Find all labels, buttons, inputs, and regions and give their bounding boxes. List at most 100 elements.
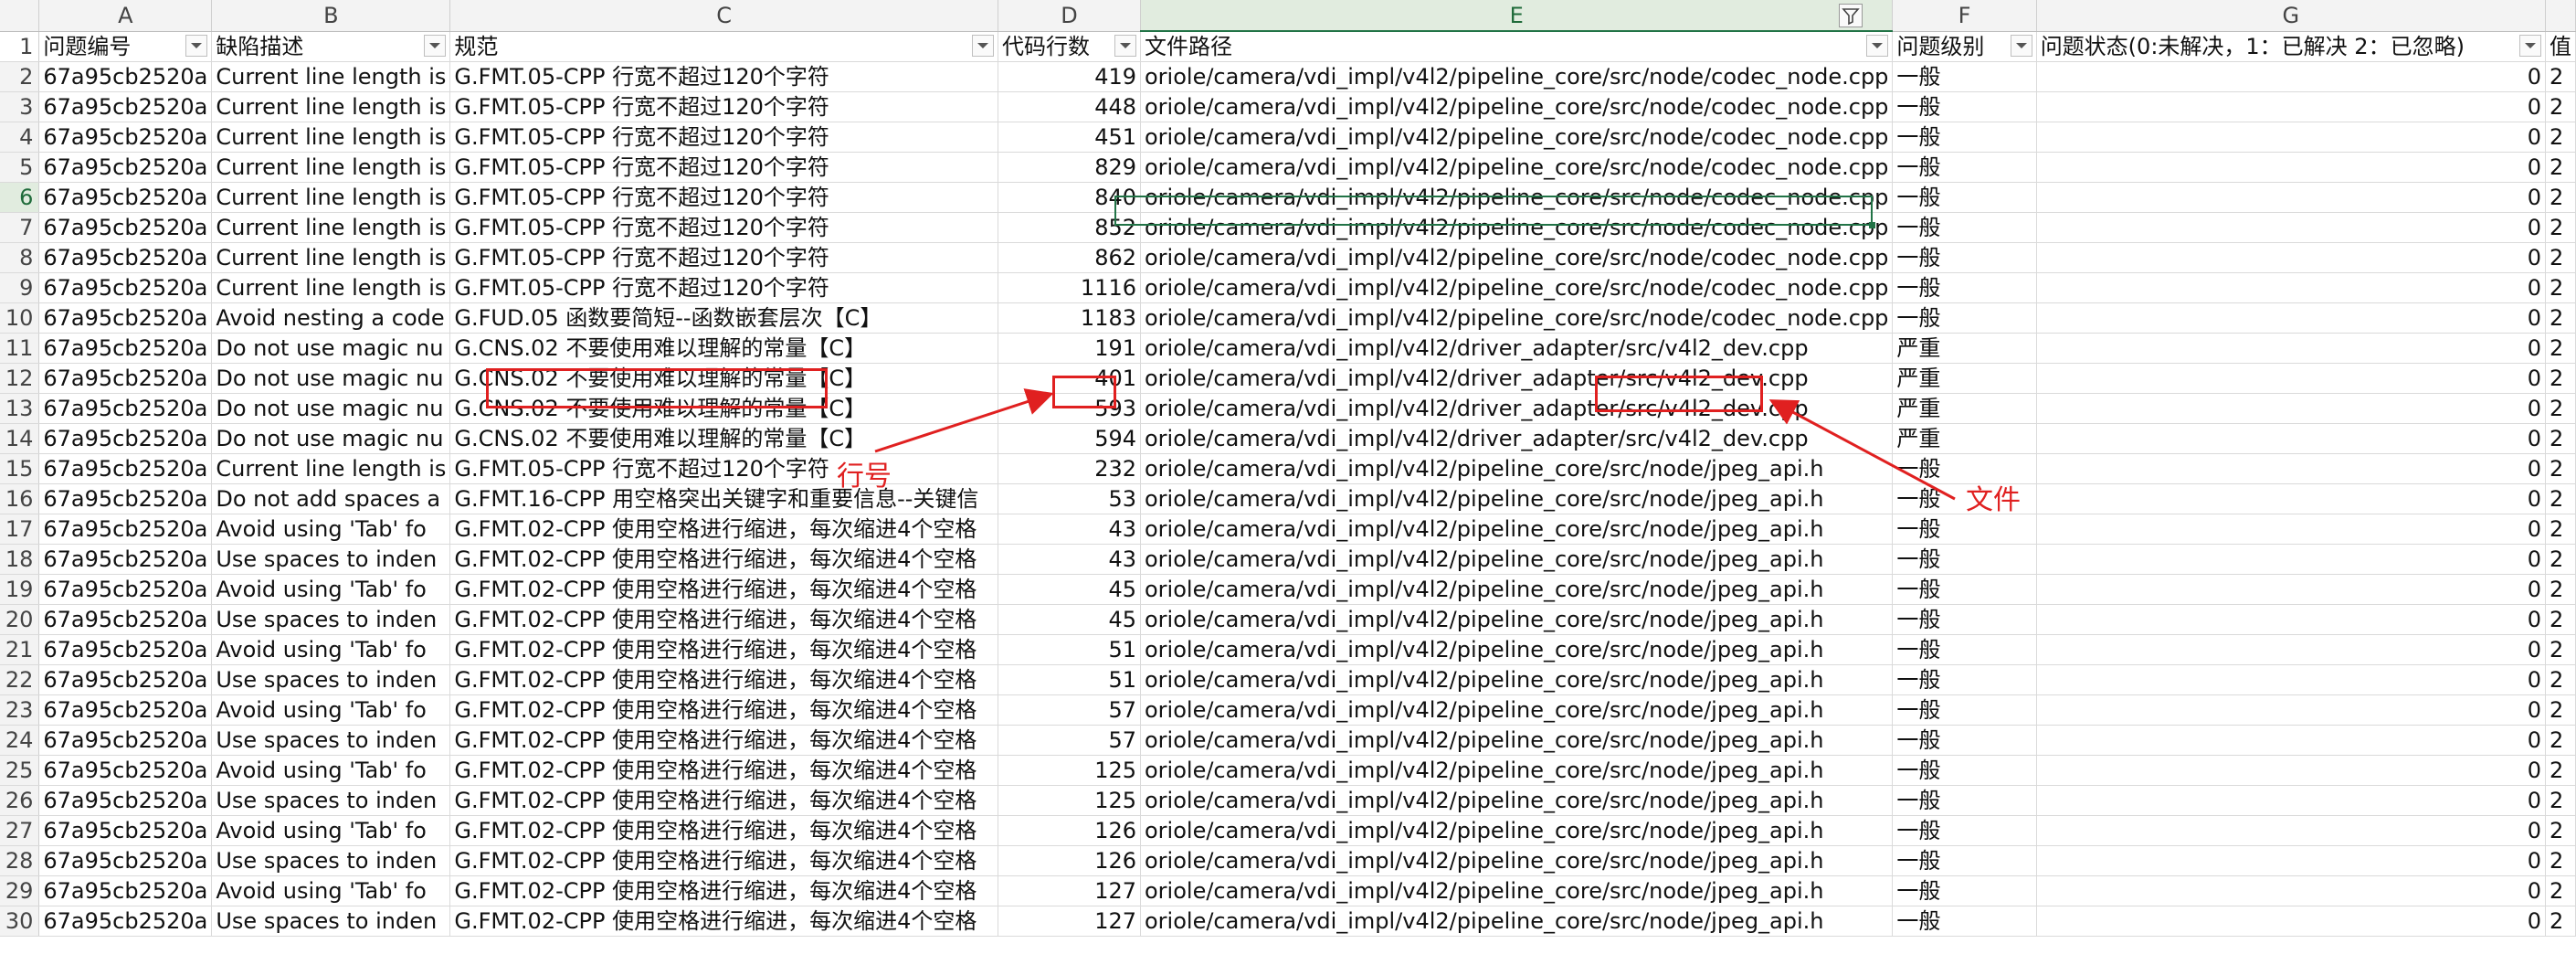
line-number-cell[interactable]: 1183 — [998, 302, 1142, 334]
value-cell[interactable]: 2 — [2545, 212, 2576, 243]
row-number[interactable]: 20 — [0, 604, 40, 635]
rule-cell[interactable]: G.FMT.02-CPP 使用空格进行缩进，每次缩进4个空格 — [449, 604, 998, 635]
issue-id-cell[interactable]: 67a95cb2520a — [38, 212, 213, 243]
column-header-d[interactable]: D — [998, 0, 1142, 32]
issue-id-cell[interactable]: 67a95cb2520a — [38, 61, 213, 92]
file-path-cell[interactable]: oriole/camera/vdi_impl/v4l2/pipeline_cor… — [1140, 302, 1894, 334]
column-header-c[interactable]: C — [449, 0, 998, 32]
defect-description-cell[interactable]: Use spaces to inden — [211, 845, 451, 876]
row-number[interactable]: 17 — [0, 514, 40, 545]
rule-cell[interactable]: G.FMT.05-CPP 行宽不超过120个字符 — [449, 453, 998, 484]
rule-cell[interactable]: G.FMT.02-CPP 使用空格进行缩进，每次缩进4个空格 — [449, 755, 998, 786]
defect-description-cell[interactable]: Avoid using 'Tab' fo — [211, 755, 451, 786]
value-cell[interactable]: 2 — [2545, 122, 2576, 153]
severity-cell[interactable]: 一般 — [1892, 302, 2037, 334]
issue-id-cell[interactable]: 67a95cb2520a — [38, 514, 213, 545]
defect-description-cell[interactable]: Use spaces to inden — [211, 785, 451, 816]
defect-description-cell[interactable]: Current line length is — [211, 152, 451, 183]
rule-cell[interactable]: G.CNS.02 不要使用难以理解的常量【C】 — [449, 363, 998, 394]
file-path-cell[interactable]: oriole/camera/vdi_impl/v4l2/pipeline_cor… — [1140, 755, 1894, 786]
file-path-cell[interactable]: oriole/camera/vdi_impl/v4l2/driver_adapt… — [1140, 333, 1894, 364]
severity-cell[interactable]: 一般 — [1892, 242, 2037, 273]
status-cell[interactable]: 0 — [2036, 544, 2546, 575]
issue-id-cell[interactable]: 67a95cb2520a — [38, 272, 213, 303]
chevron-down-icon[interactable] — [2010, 34, 2032, 57]
defect-description-cell[interactable]: Avoid using 'Tab' fo — [211, 634, 451, 665]
file-path-cell[interactable]: oriole/camera/vdi_impl/v4l2/pipeline_cor… — [1140, 61, 1894, 92]
line-number-cell[interactable]: 862 — [998, 242, 1142, 273]
line-number-cell[interactable]: 419 — [998, 61, 1142, 92]
chevron-down-icon[interactable] — [971, 34, 994, 57]
line-number-cell[interactable]: 127 — [998, 875, 1142, 906]
line-number-cell[interactable]: 57 — [998, 725, 1142, 756]
severity-cell[interactable]: 一般 — [1892, 875, 2037, 906]
column-header-a[interactable]: A — [38, 0, 213, 32]
value-cell[interactable]: 2 — [2545, 272, 2576, 303]
line-number-cell[interactable]: 125 — [998, 785, 1142, 816]
defect-description-cell[interactable]: Avoid using 'Tab' fo — [211, 574, 451, 605]
severity-cell[interactable]: 严重 — [1892, 423, 2037, 454]
rule-cell[interactable]: G.FMT.02-CPP 使用空格进行缩进，每次缩进4个空格 — [449, 845, 998, 876]
header-cell-value[interactable]: 值 — [2545, 31, 2576, 62]
file-path-cell[interactable]: oriole/camera/vdi_impl/v4l2/pipeline_cor… — [1140, 845, 1894, 876]
value-cell[interactable]: 2 — [2545, 152, 2576, 183]
issue-id-cell[interactable]: 67a95cb2520a — [38, 333, 213, 364]
line-number-cell[interactable]: 45 — [998, 574, 1142, 605]
file-path-cell[interactable]: oriole/camera/vdi_impl/v4l2/driver_adapt… — [1140, 423, 1894, 454]
status-cell[interactable]: 0 — [2036, 574, 2546, 605]
line-number-cell[interactable]: 593 — [998, 393, 1142, 424]
value-cell[interactable]: 2 — [2545, 483, 2576, 514]
line-number-cell[interactable]: 127 — [998, 906, 1142, 937]
value-cell[interactable]: 2 — [2545, 333, 2576, 364]
status-cell[interactable]: 0 — [2036, 272, 2546, 303]
severity-cell[interactable]: 一般 — [1892, 815, 2037, 846]
row-number[interactable]: 23 — [0, 694, 40, 726]
status-cell[interactable]: 0 — [2036, 604, 2546, 635]
line-number-cell[interactable]: 594 — [998, 423, 1142, 454]
severity-cell[interactable]: 一般 — [1892, 122, 2037, 153]
row-number[interactable]: 4 — [0, 122, 40, 153]
header-cell-issue-id[interactable]: 问题编号 — [38, 31, 213, 62]
issue-id-cell[interactable]: 67a95cb2520a — [38, 574, 213, 605]
rule-cell[interactable]: G.CNS.02 不要使用难以理解的常量【C】 — [449, 333, 998, 364]
issue-id-cell[interactable]: 67a95cb2520a — [38, 152, 213, 183]
issue-id-cell[interactable]: 67a95cb2520a — [38, 815, 213, 846]
line-number-cell[interactable]: 232 — [998, 453, 1142, 484]
severity-cell[interactable]: 一般 — [1892, 544, 2037, 575]
status-cell[interactable]: 0 — [2036, 483, 2546, 514]
file-path-cell[interactable]: oriole/camera/vdi_impl/v4l2/pipeline_cor… — [1140, 91, 1894, 122]
file-path-cell[interactable]: oriole/camera/vdi_impl/v4l2/pipeline_cor… — [1140, 242, 1894, 273]
chevron-down-icon[interactable] — [424, 34, 447, 57]
status-cell[interactable]: 0 — [2036, 875, 2546, 906]
severity-cell[interactable]: 一般 — [1892, 182, 2037, 213]
row-number[interactable]: 18 — [0, 544, 40, 575]
status-cell[interactable]: 0 — [2036, 91, 2546, 122]
defect-description-cell[interactable]: Use spaces to inden — [211, 664, 451, 695]
row-number[interactable]: 19 — [0, 574, 40, 605]
file-path-cell[interactable]: oriole/camera/vdi_impl/v4l2/pipeline_cor… — [1140, 694, 1894, 726]
file-path-cell[interactable]: oriole/camera/vdi_impl/v4l2/pipeline_cor… — [1140, 604, 1894, 635]
status-cell[interactable]: 0 — [2036, 785, 2546, 816]
defect-description-cell[interactable]: Avoid using 'Tab' fo — [211, 875, 451, 906]
status-cell[interactable]: 0 — [2036, 242, 2546, 273]
rule-cell[interactable]: G.FMT.05-CPP 行宽不超过120个字符 — [449, 242, 998, 273]
line-number-cell[interactable]: 57 — [998, 694, 1142, 726]
defect-description-cell[interactable]: Do not use magic nu — [211, 393, 451, 424]
value-cell[interactable]: 2 — [2545, 91, 2576, 122]
issue-id-cell[interactable]: 67a95cb2520a — [38, 664, 213, 695]
defect-description-cell[interactable]: Current line length is — [211, 122, 451, 153]
severity-cell[interactable]: 一般 — [1892, 845, 2037, 876]
line-number-cell[interactable]: 126 — [998, 815, 1142, 846]
issue-id-cell[interactable]: 67a95cb2520a — [38, 182, 213, 213]
file-path-cell[interactable]: oriole/camera/vdi_impl/v4l2/driver_adapt… — [1140, 393, 1894, 424]
column-header-f[interactable]: F — [1892, 0, 2037, 32]
severity-cell[interactable]: 一般 — [1892, 574, 2037, 605]
row-number[interactable]: 15 — [0, 453, 40, 484]
severity-cell[interactable]: 一般 — [1892, 725, 2037, 756]
issue-id-cell[interactable]: 67a95cb2520a — [38, 785, 213, 816]
status-cell[interactable]: 0 — [2036, 333, 2546, 364]
line-number-cell[interactable]: 451 — [998, 122, 1142, 153]
rule-cell[interactable]: G.FMT.05-CPP 行宽不超过120个字符 — [449, 61, 998, 92]
rule-cell[interactable]: G.FMT.16-CPP 用空格突出关键字和重要信息--关键信 — [449, 483, 998, 514]
issue-id-cell[interactable]: 67a95cb2520a — [38, 423, 213, 454]
